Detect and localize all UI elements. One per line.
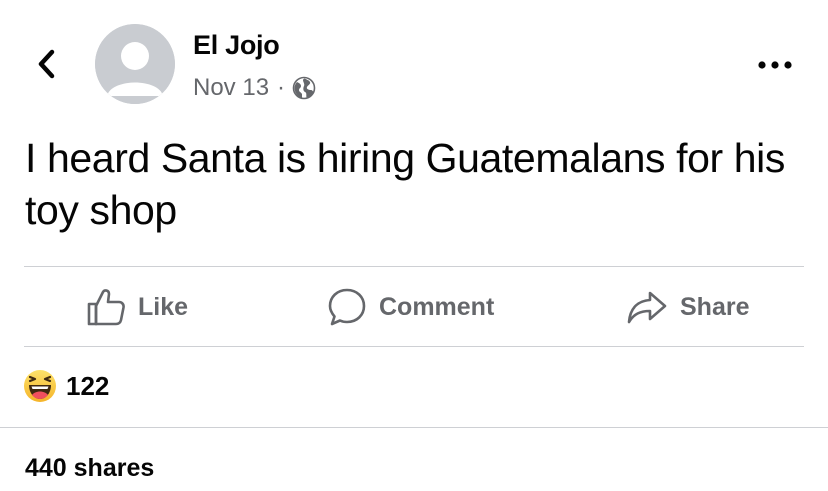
comment-bubble-icon [327, 287, 367, 327]
more-options-button[interactable] [752, 54, 798, 76]
default-avatar-icon [95, 24, 175, 104]
post-text: I heard Santa is hiring Guatemalans for … [25, 135, 785, 233]
more-options-icon [758, 61, 792, 69]
like-label: Like [138, 292, 189, 321]
thumbs-up-icon [86, 287, 126, 327]
reactions-summary[interactable]: 122 [23, 369, 109, 403]
share-arrow-icon [626, 287, 668, 327]
post-meta: Nov 13 · [193, 74, 316, 102]
share-button[interactable]: Share [626, 284, 749, 330]
reaction-count: 122 [66, 370, 110, 401]
share-label: Share [680, 292, 750, 321]
author-avatar[interactable] [95, 24, 175, 104]
post-date[interactable]: Nov 13 [193, 74, 269, 102]
back-chevron-icon [35, 47, 57, 81]
like-button[interactable]: Like [86, 284, 188, 330]
haha-emoji-icon [23, 369, 57, 403]
divider-middle [24, 346, 804, 347]
comment-button[interactable]: Comment [327, 284, 494, 330]
divider-bottom [0, 427, 828, 428]
globe-icon[interactable] [292, 76, 316, 100]
comment-label: Comment [379, 292, 495, 321]
divider-top [24, 266, 804, 267]
back-button[interactable] [30, 46, 62, 82]
shares-count[interactable]: 440 shares [25, 454, 154, 483]
meta-separator: · [277, 74, 286, 101]
author-name[interactable]: El Jojo [193, 30, 280, 61]
